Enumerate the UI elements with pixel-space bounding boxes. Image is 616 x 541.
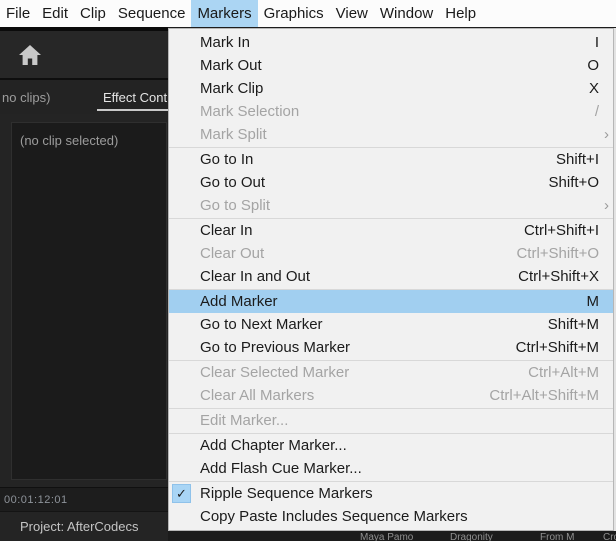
checked-indicator: ✓ [172,484,191,503]
timeline-clip-label: Croft [603,532,616,541]
menu-item-go-to-next-marker[interactable]: Go to Next Marker Shift+M [169,313,613,336]
menu-item-add-flash-cue-marker[interactable]: Add Flash Cue Marker... [169,457,613,480]
project-tab-label[interactable]: Project: AfterCodecs [20,519,139,534]
effect-controls-panel-body: (no clip selected) [0,114,168,487]
timecode-row: 00:01:12:01 [0,487,168,511]
menu-item-clear-in[interactable]: Clear In Ctrl+Shift+I [169,219,613,242]
menu-item-clear-selected-marker: Clear Selected Marker Ctrl+Alt+M [169,361,613,384]
menubar-item-clip[interactable]: Clip [74,0,112,27]
timeline-clip-label: Maya Pamo [360,532,413,541]
submenu-arrow-icon: › [604,126,609,141]
menubar-item-window[interactable]: Window [374,0,439,27]
menu-item-clear-in-and-out[interactable]: Clear In and Out Ctrl+Shift+X [169,265,613,288]
tab-effect-controls[interactable]: Effect Cont [103,90,167,105]
panel-tab-strip: no clips) Effect Cont [0,80,168,114]
menubar-item-edit[interactable]: Edit [36,0,74,27]
menubar-item-file[interactable]: File [0,0,36,27]
menubar-item-sequence[interactable]: Sequence [112,0,192,27]
timeline-clip-label: Dragonity [450,532,493,541]
menubar: File Edit Clip Sequence Markers Graphics… [0,0,616,27]
home-icon[interactable] [18,44,42,66]
premiere-app-window: File Edit Clip Sequence Markers Graphics… [0,0,616,541]
menubar-item-help[interactable]: Help [439,0,482,27]
menubar-item-graphics[interactable]: Graphics [258,0,330,27]
active-tab-underline [97,109,168,111]
menu-item-clear-out: Clear Out Ctrl+Shift+O [169,242,613,265]
menu-item-mark-split: Mark Split › [169,123,613,146]
timeline-strip: Maya Pamo Dragonity From M Croft [168,531,616,541]
menu-item-go-to-split: Go to Split › [169,194,613,217]
project-panel-header: Project: AfterCodecs [0,511,168,541]
menu-item-mark-in[interactable]: Mark In I [169,31,613,54]
no-clip-selected-message: (no clip selected) [20,133,118,148]
menu-item-mark-out[interactable]: Mark Out O [169,54,613,77]
menu-item-mark-selection: Mark Selection / [169,100,613,123]
app-background-left: no clips) Effect Cont (no clip selected)… [0,27,168,541]
menu-item-go-to-previous-marker[interactable]: Go to Previous Marker Ctrl+Shift+M [169,336,613,359]
menu-item-clear-all-markers: Clear All Markers Ctrl+Alt+Shift+M [169,384,613,407]
menubar-item-markers[interactable]: Markers [191,0,257,27]
menu-item-ripple-sequence-markers[interactable]: ✓ Ripple Sequence Markers [169,482,613,505]
menu-item-go-to-out[interactable]: Go to Out Shift+O [169,171,613,194]
menu-item-copy-paste-includes-sequence-markers[interactable]: Copy Paste Includes Sequence Markers [169,505,613,528]
menu-item-add-chapter-marker[interactable]: Add Chapter Marker... [169,434,613,457]
submenu-arrow-icon: › [604,197,609,212]
menu-item-edit-marker: Edit Marker... [169,409,613,432]
tab-source-truncated[interactable]: no clips) [2,90,50,105]
menu-item-go-to-in[interactable]: Go to In Shift+I [169,148,613,171]
menubar-item-view[interactable]: View [330,0,374,27]
timeline-clip-label: From M [540,532,574,541]
menu-item-mark-clip[interactable]: Mark Clip X [169,77,613,100]
timecode-display[interactable]: 00:01:12:01 [4,494,68,506]
checkmark-icon: ✓ [176,486,187,502]
header-toolbar [0,31,168,80]
markers-menu: Mark In I Mark Out O Mark Clip X Mark Se… [168,28,614,531]
effect-controls-empty-area: (no clip selected) [11,122,167,480]
menu-item-add-marker[interactable]: Add Marker M [169,290,613,313]
